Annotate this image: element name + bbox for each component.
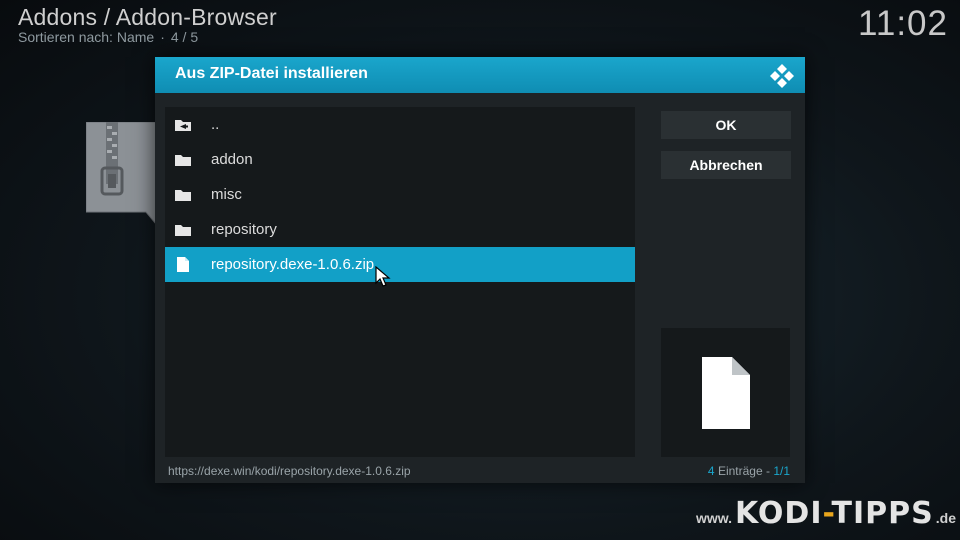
file-icon	[174, 257, 192, 273]
list-item-label: misc	[211, 186, 242, 203]
item-count: 4 Einträge - 1/1	[708, 464, 790, 478]
watermark-brand-right: TIPPS	[831, 496, 934, 531]
watermark: www. KODI-TIPPS .de	[696, 496, 956, 531]
item-count-text: Einträge -	[714, 464, 774, 478]
sort-info: Sortieren nach: Name · 4 / 5	[18, 29, 198, 45]
watermark-dash: -	[822, 496, 832, 531]
selected-path: https://dexe.win/kodi/repository.dexe-1.…	[168, 464, 411, 478]
file-preview	[661, 328, 790, 457]
watermark-www: www.	[695, 510, 733, 526]
folder-icon	[174, 222, 192, 238]
sort-label: Sortieren nach: Name	[18, 29, 155, 45]
folder-icon	[174, 152, 192, 168]
list-item-parent[interactable]: ..	[165, 107, 635, 142]
list-item-label: ..	[211, 116, 220, 133]
cancel-button[interactable]: Abbrechen	[661, 151, 791, 179]
watermark-tld: .de	[935, 510, 956, 526]
page-info: 4 / 5	[170, 29, 199, 45]
list-item-label: addon	[211, 151, 253, 168]
list-item-label: repository.dexe-1.0.6.zip	[211, 256, 375, 273]
file-list: .. addon misc repository repository.dexe…	[165, 107, 635, 457]
folder-back-icon	[174, 117, 192, 133]
list-item-label: repository	[211, 221, 277, 238]
folder-icon	[174, 187, 192, 203]
watermark-brand-left: KODI	[735, 496, 823, 531]
mouse-cursor-icon	[375, 266, 391, 287]
item-count-number: 4	[707, 464, 715, 478]
ok-button[interactable]: OK	[661, 111, 791, 139]
list-item-addon[interactable]: addon	[165, 142, 635, 177]
dialog-header: Aus ZIP-Datei installieren	[155, 57, 805, 93]
item-count-page: 1/1	[773, 464, 790, 478]
page-title: Addons / Addon-Browser	[18, 4, 277, 30]
list-item-repository[interactable]: repository	[165, 212, 635, 247]
file-icon	[701, 356, 750, 429]
dialog-title: Aus ZIP-Datei installieren	[175, 65, 368, 82]
watermark-brand: KODI-TIPPS	[735, 496, 934, 531]
list-item-misc[interactable]: misc	[165, 177, 635, 212]
install-from-zip-dialog: Aus ZIP-Datei installieren .. addon misc…	[155, 57, 805, 483]
separator-dot: ·	[160, 29, 165, 45]
list-item-zip-file[interactable]: repository.dexe-1.0.6.zip	[165, 247, 635, 282]
kodi-logo-icon	[770, 64, 794, 88]
clock: 11:02	[858, 4, 948, 43]
